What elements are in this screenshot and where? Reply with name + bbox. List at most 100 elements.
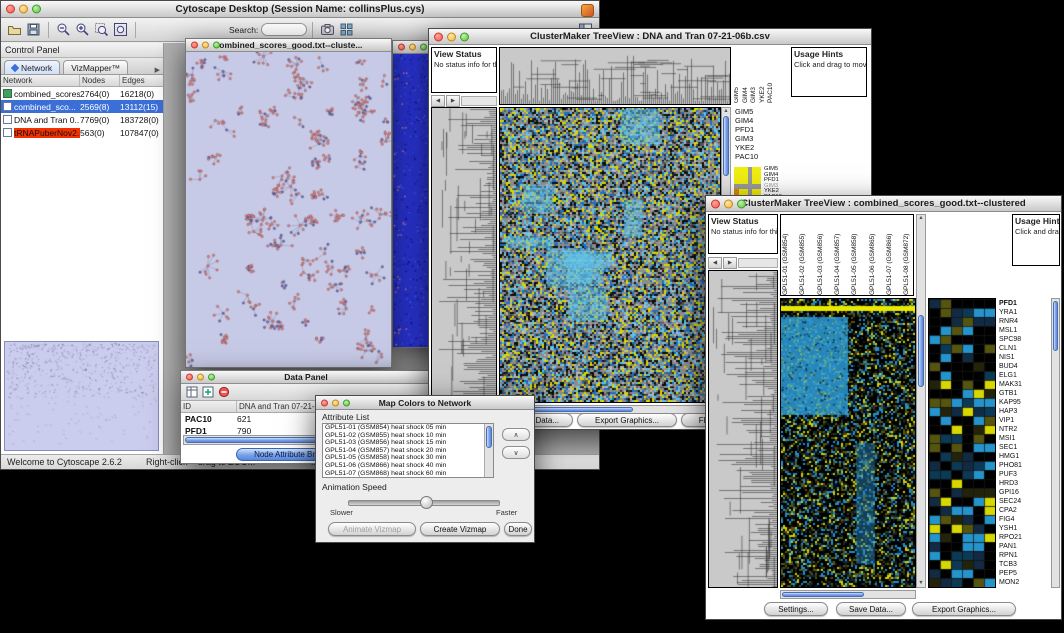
heatmap-v-scrollbar[interactable]: ▲ ▼: [916, 214, 926, 588]
nav-right-icon[interactable]: ▶: [723, 257, 737, 269]
attribute-item[interactable]: GPL51-07 (GSM868) heat shock 60 min: [323, 470, 493, 478]
zoom-button[interactable]: [420, 44, 427, 51]
attribute-item[interactable]: GPL51-05 (GSM858) heat shock 30 min: [323, 454, 493, 462]
minimize-button[interactable]: [724, 199, 733, 208]
dna-column-label: PAC10: [768, 48, 775, 103]
scrollbar-thumb[interactable]: [782, 592, 864, 597]
close-button[interactable]: [398, 44, 405, 51]
col-nodes[interactable]: Nodes: [80, 75, 120, 86]
tab-network[interactable]: Network: [4, 60, 60, 74]
map-colors-titlebar[interactable]: Map Colors to Network: [316, 396, 534, 410]
attribute-item[interactable]: GPL51-01 (GSM854) heat shock 05 min: [323, 424, 493, 432]
close-button[interactable]: [434, 32, 443, 41]
dna-gene-labels: GIM5GIM4PFD1GIM3YKE2PAC10: [735, 107, 785, 161]
slider-thumb[interactable]: [420, 496, 433, 509]
row-dendrogram[interactable]: [708, 270, 778, 588]
animation-speed-slider[interactable]: [348, 500, 500, 506]
search-input[interactable]: [261, 23, 307, 36]
attribute-item[interactable]: GPL51-02 (GSM855) heat shock 10 min: [323, 432, 493, 440]
open-icon[interactable]: [6, 21, 23, 38]
attribute-select-icon[interactable]: [185, 385, 199, 399]
zoom-button[interactable]: [208, 374, 215, 381]
col-edges[interactable]: Edges: [120, 75, 163, 86]
col-network[interactable]: Network: [1, 75, 80, 86]
zoom-button[interactable]: [32, 5, 41, 14]
treeview-button-save-data[interactable]: Save Data...: [836, 602, 906, 616]
treeview-button-export-graphics[interactable]: Export Graphics...: [577, 413, 677, 427]
minimize-button[interactable]: [447, 32, 456, 41]
heatmap-h-scrollbar[interactable]: [780, 590, 916, 599]
attribute-item[interactable]: GPL51-04 (GSM857) heat shock 20 min: [323, 447, 493, 455]
minimize-button[interactable]: [409, 44, 416, 51]
scrollbar-thumb[interactable]: [486, 426, 492, 448]
list-v-scrollbar[interactable]: [484, 424, 493, 477]
close-button[interactable]: [6, 5, 15, 14]
attribute-delete-icon[interactable]: [217, 385, 231, 399]
close-button[interactable]: [711, 199, 720, 208]
done-button[interactable]: Done: [504, 522, 532, 536]
nav-left-icon[interactable]: ◀: [708, 257, 722, 269]
network-table-row[interactable]: combined_sco...2569(8)13112(15): [1, 100, 163, 113]
move-up-button[interactable]: ∧: [502, 428, 530, 441]
control-panel-title: Control Panel: [1, 43, 163, 58]
zoom-selected-icon[interactable]: [93, 21, 110, 38]
zoom-in-icon[interactable]: [74, 21, 91, 38]
attribute-new-icon[interactable]: [201, 385, 215, 399]
minimize-button[interactable]: [19, 5, 28, 14]
tab-vizmapper[interactable]: VizMapper™: [63, 60, 128, 74]
scrollbar-thumb[interactable]: [723, 116, 729, 176]
zoom-out-icon[interactable]: [55, 21, 72, 38]
minimize-button[interactable]: [332, 399, 339, 406]
scroll-up-icon[interactable]: ▲: [722, 109, 730, 114]
zoom-button[interactable]: [213, 42, 220, 49]
snapshot-icon[interactable]: [319, 21, 336, 38]
zoom-fit-icon[interactable]: [112, 21, 129, 38]
data-panel-titlebar[interactable]: Data Panel: [181, 371, 431, 384]
scroll-down-icon[interactable]: ▼: [917, 581, 925, 586]
close-button[interactable]: [186, 374, 193, 381]
zoom-heatmap[interactable]: [928, 298, 996, 588]
create-vizmap-button[interactable]: Create Vizmap: [420, 522, 500, 536]
move-down-button[interactable]: ∨: [502, 446, 530, 459]
close-button[interactable]: [321, 399, 328, 406]
animate-vizmap-button[interactable]: Animate Vizmap: [328, 522, 416, 536]
nav-track[interactable]: [738, 258, 778, 268]
treeview-combined-titlebar[interactable]: ClusterMaker TreeView : combined_scores_…: [706, 196, 1061, 212]
session-proxy-icon[interactable]: [581, 4, 594, 17]
network-table-row[interactable]: DNA and Tran 0...7769(0)183728(0): [1, 113, 163, 126]
nav-left-icon[interactable]: ◀: [431, 95, 445, 107]
network-canvas[interactable]: [186, 52, 391, 367]
close-button[interactable]: [191, 42, 198, 49]
treeview-dna-titlebar[interactable]: ClusterMaker TreeView : DNA and Tran 07-…: [429, 29, 871, 45]
birdseye-canvas[interactable]: [5, 342, 158, 450]
nav-track[interactable]: [461, 96, 497, 106]
zoom-button[interactable]: [343, 399, 350, 406]
save-icon[interactable]: [25, 21, 42, 38]
data-col-id[interactable]: ID: [181, 401, 237, 412]
attribute-item[interactable]: GPL51-03 (GSM856) heat shock 15 min: [323, 439, 493, 447]
top-dendrogram[interactable]: [499, 47, 731, 105]
heatmap-dna[interactable]: [499, 107, 721, 403]
scrollbar-thumb[interactable]: [1053, 301, 1058, 351]
heatmap-combined[interactable]: [780, 298, 916, 588]
treeview-button-settings[interactable]: Settings...: [764, 602, 828, 616]
attribute-listbox[interactable]: GPL51-01 (GSM854) heat shock 05 minGPL51…: [322, 423, 494, 478]
nav-right-icon[interactable]: ▶: [446, 95, 460, 107]
minimize-button[interactable]: [202, 42, 209, 49]
gene-v-scrollbar[interactable]: [1051, 298, 1060, 588]
zoom-button[interactable]: [737, 199, 746, 208]
row-dendrogram[interactable]: [431, 107, 497, 403]
minimize-button[interactable]: [197, 374, 204, 381]
tab-overflow-icon[interactable]: ▶: [155, 66, 160, 74]
scrollbar-thumb[interactable]: [918, 315, 924, 387]
treeview-button-export-graphics[interactable]: Export Graphics...: [912, 602, 1016, 616]
main-titlebar[interactable]: Cytoscape Desktop (Session Name: collins…: [1, 1, 599, 18]
birdseye-view[interactable]: [4, 341, 159, 451]
network-table-row[interactable]: combined_scores2764(0)16218(0): [1, 87, 163, 100]
attribute-item[interactable]: GPL51-06 (GSM866) heat shock 40 min: [323, 462, 493, 470]
zoom-button[interactable]: [460, 32, 469, 41]
network-table-row[interactable]: tRNAPuberNov2...563(0)107847(0): [1, 126, 163, 139]
scroll-up-icon[interactable]: ▲: [917, 216, 925, 221]
grid-icon[interactable]: [338, 21, 355, 38]
network-frame-titlebar[interactable]: combined_scores_good.txt--cluste...: [186, 39, 391, 52]
